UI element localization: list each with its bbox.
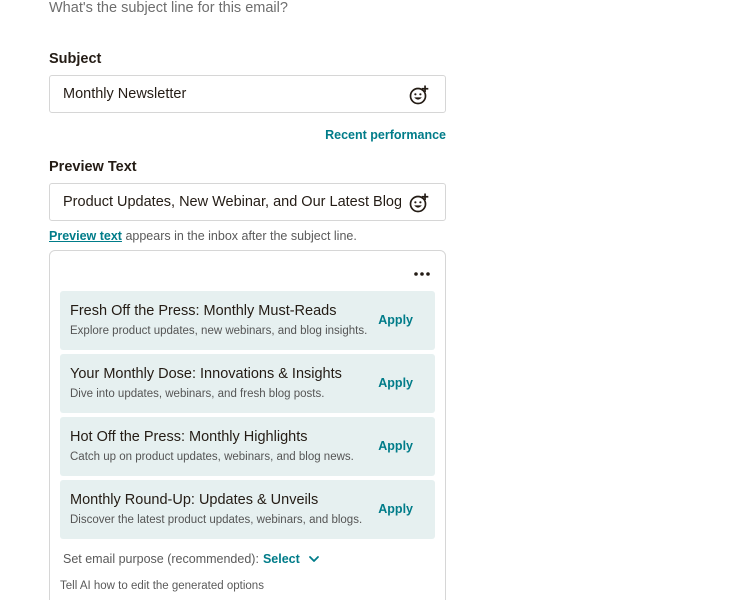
emoji-add-icon[interactable] [408, 192, 430, 214]
suggestion-description: Discover the latest product updates, web… [70, 514, 363, 526]
email-purpose-label: Set email purpose (recommended): [63, 552, 259, 566]
suggestion-title: Your Monthly Dose: Innovations & Insight… [70, 366, 342, 382]
suggestion-card: Your Monthly Dose: Innovations & Insight… [60, 354, 435, 413]
email-purpose-select-label[interactable]: Select [263, 552, 300, 566]
preview-text-help-link[interactable]: Preview text [49, 229, 122, 243]
subject-field[interactable]: Monthly Newsletter [49, 75, 446, 113]
suggestion-card: Hot Off the Press: Monthly Highlights Ca… [60, 417, 435, 476]
ai-suggestions-panel: Fresh Off the Press: Monthly Must-Reads … [49, 250, 446, 600]
subject-label: Subject [49, 51, 102, 67]
preview-text-helper: Preview text appears in the inbox after … [49, 229, 357, 243]
email-purpose-select[interactable]: Select [263, 552, 320, 566]
suggestion-title: Monthly Round-Up: Updates & Unveils [70, 492, 319, 508]
recent-performance-link[interactable]: Recent performance [325, 128, 446, 142]
suggestion-description: Dive into updates, webinars, and fresh b… [70, 388, 325, 400]
subject-input-value[interactable]: Monthly Newsletter [63, 76, 401, 112]
more-options-icon[interactable] [413, 265, 431, 283]
preview-text-label: Preview Text [49, 159, 137, 175]
suggestion-description: Catch up on product updates, webinars, a… [70, 451, 354, 463]
suggestion-card: Monthly Round-Up: Updates & Unveils Disc… [60, 480, 435, 539]
suggestion-card: Fresh Off the Press: Monthly Must-Reads … [60, 291, 435, 350]
suggestion-description: Explore product updates, new webinars, a… [70, 325, 368, 337]
apply-button[interactable]: Apply [378, 313, 413, 327]
subject-question: What's the subject line for this email? [49, 0, 288, 16]
chevron-down-icon[interactable] [308, 553, 320, 565]
email-purpose-row: Set email purpose (recommended): Select [63, 552, 320, 566]
preview-text-helper-rest: appears in the inbox after the subject l… [121, 229, 357, 243]
email-subject-page: What's the subject line for this email? … [0, 0, 753, 600]
suggestion-title: Hot Off the Press: Monthly Highlights [70, 429, 308, 445]
apply-button[interactable]: Apply [378, 439, 413, 453]
preview-text-field[interactable]: Product Updates, New Webinar, and Our La… [49, 183, 446, 221]
tell-ai-label: Tell AI how to edit the generated option… [60, 580, 264, 592]
emoji-add-icon[interactable] [408, 84, 430, 106]
apply-button[interactable]: Apply [378, 376, 413, 390]
apply-button[interactable]: Apply [378, 502, 413, 516]
preview-text-input-value[interactable]: Product Updates, New Webinar, and Our La… [63, 184, 401, 220]
suggestion-title: Fresh Off the Press: Monthly Must-Reads [70, 303, 337, 319]
